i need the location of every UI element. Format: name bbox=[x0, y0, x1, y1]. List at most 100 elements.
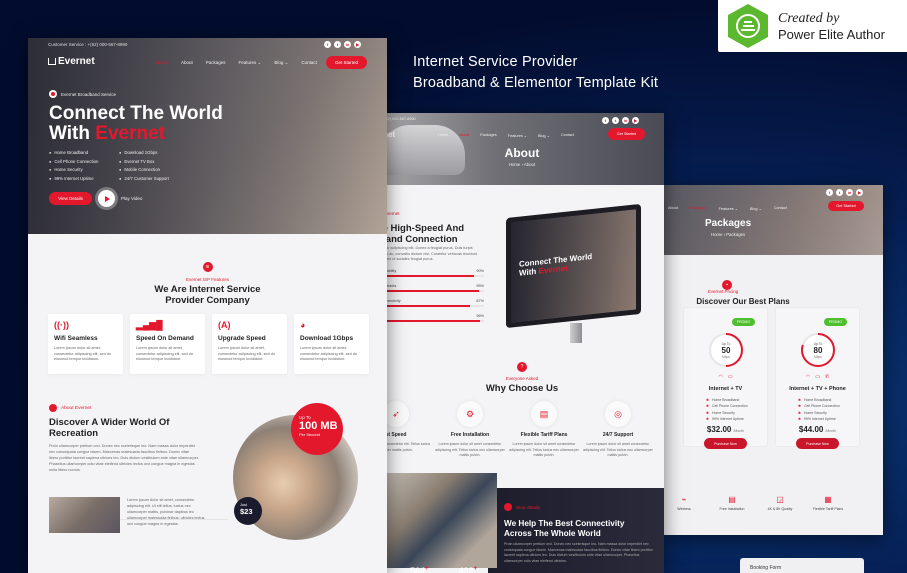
nav-about[interactable]: About bbox=[181, 60, 193, 66]
youtube-icon[interactable]: ▶ bbox=[632, 117, 639, 124]
skill-value: 95% bbox=[476, 284, 484, 288]
house-icon bbox=[48, 58, 56, 65]
skill-bar-fill bbox=[380, 275, 474, 277]
price-value: $32.00 bbox=[706, 425, 732, 434]
view-details-button[interactable]: View Details bbox=[49, 192, 92, 205]
promo-badge: PROMO bbox=[823, 318, 847, 326]
hero-headline-brand: Evernet bbox=[95, 123, 165, 144]
ring-speed: 80 bbox=[813, 345, 823, 355]
nav-packages[interactable]: Packages bbox=[206, 60, 226, 66]
purchase-button[interactable]: Purchase Now bbox=[796, 438, 839, 449]
counter: 564+ bbox=[410, 566, 429, 573]
twitter-icon[interactable]: t bbox=[836, 189, 843, 196]
get-started-button[interactable]: Get Started bbox=[608, 128, 645, 140]
nav-features[interactable]: Features ⌄ bbox=[239, 60, 262, 66]
tariff-icon: ▦ bbox=[824, 495, 832, 504]
plan-card: PROMO Up To50Mbps ◠ ▭ Internet + TV Home … bbox=[683, 307, 768, 449]
facebook-icon[interactable]: f bbox=[602, 117, 609, 124]
monitor-headline-brand: Evernet bbox=[538, 263, 568, 276]
service-item: ⌁ Wireless bbox=[663, 495, 705, 511]
ring-unit: Mbps bbox=[722, 354, 730, 359]
about-heading-line-2: band Connection bbox=[380, 234, 458, 245]
facebook-icon[interactable]: f bbox=[324, 41, 331, 48]
nav-contact[interactable]: Contact bbox=[561, 133, 574, 138]
breadcrumb[interactable]: Home › About bbox=[380, 162, 664, 167]
feature-title: Upgrade Speed bbox=[218, 335, 266, 342]
connectivity-text: Proin ullamcorper pretium orci. Donec ne… bbox=[504, 542, 653, 563]
breadcrumb[interactable]: Home › Packages bbox=[711, 232, 745, 237]
service-item: ▤ Free Installation bbox=[711, 495, 753, 511]
nav-about[interactable]: About bbox=[459, 133, 469, 138]
linkedin-icon[interactable]: in bbox=[846, 189, 853, 196]
nav-contact[interactable]: Contact bbox=[774, 206, 787, 211]
speed-bubble-bottom: Per Second bbox=[299, 432, 320, 437]
nav-blog[interactable]: Blog ⌄ bbox=[274, 60, 288, 66]
ring-unit: Mbps bbox=[814, 354, 822, 359]
monitor-stand bbox=[570, 323, 582, 343]
badge-created-by: Created by bbox=[778, 10, 840, 26]
about-text: Proin ullamcorper pretium orci. Donec ne… bbox=[49, 444, 199, 472]
feature-title: Speed On Demand bbox=[136, 335, 194, 342]
skill-bar-fill bbox=[380, 290, 479, 292]
nav-home[interactable]: Home bbox=[438, 133, 448, 138]
why-title: Why Choose Us bbox=[485, 383, 559, 394]
service-icons-row: ⌁ Wireless ▤ Free Installation ◲ 4K & 8K Qu… bbox=[663, 495, 849, 511]
nav-packages[interactable]: Packages bbox=[480, 133, 497, 138]
speed-ring: Up To 50 Mbps bbox=[707, 331, 745, 369]
why-card-text: Lorem ipsum dolor sit amet consectetur a… bbox=[435, 442, 505, 457]
hero-features-right: Download 1Gbps Evernet TV Box Mobile Con… bbox=[119, 149, 168, 183]
skill-value: 90% bbox=[476, 269, 484, 273]
facebook-icon[interactable]: f bbox=[826, 189, 833, 196]
nav-blog[interactable]: Blog ⌄ bbox=[750, 206, 762, 211]
about-page-preview: +(62) 000-567-8990 rnet f t in ▶ Home About… bbox=[380, 113, 664, 573]
logo[interactable]: Evernet bbox=[48, 56, 95, 67]
youtube-icon[interactable]: ▶ bbox=[856, 189, 863, 196]
kit-title-line-1: Internet Service Provider bbox=[413, 54, 578, 70]
pricing-eyebrow: Evernet Pricing bbox=[707, 289, 739, 294]
connectivity-title-line-2: Across The Whole World bbox=[504, 529, 601, 538]
play-icon[interactable] bbox=[98, 190, 115, 207]
nav-features[interactable]: Features ⌄ bbox=[719, 206, 738, 211]
youtube-icon[interactable]: ▶ bbox=[354, 41, 361, 48]
about-title-line-1: Discover A Wider World Of bbox=[49, 417, 170, 428]
logo-text: Evernet bbox=[58, 56, 95, 67]
counters: 564+ 432+ bbox=[410, 566, 477, 573]
nav-features[interactable]: Features ⌄ bbox=[508, 133, 527, 138]
nav-home[interactable]: Home bbox=[156, 60, 168, 66]
kit-title: Internet Service Provider Broadband & El… bbox=[413, 52, 658, 94]
about-title: Discover A Wider World Of Recreation bbox=[49, 417, 199, 439]
tariff-icon: ▤ bbox=[531, 401, 557, 427]
twitter-icon[interactable]: t bbox=[612, 117, 619, 124]
nav-blog[interactable]: Blog ⌄ bbox=[538, 133, 550, 138]
isp-title-line-1: We Are Internet Service bbox=[154, 284, 261, 295]
feature-text: Lorem ipsum dolor sit amet, consectetur … bbox=[300, 346, 357, 361]
booking-form-card: Booking Form bbox=[740, 558, 864, 573]
speed-bubble: Up To 100 MB Per Second bbox=[291, 403, 343, 455]
plan-name: Internet + TV bbox=[708, 386, 743, 392]
price-period: /Month bbox=[825, 429, 837, 433]
skill-bar: Connectivity 87% bbox=[380, 299, 484, 307]
play-video-link[interactable]: Play Video bbox=[121, 196, 142, 201]
twitter-icon[interactable]: t bbox=[334, 41, 341, 48]
plan-feature: 99% Internet Uptime bbox=[798, 416, 840, 422]
get-started-button[interactable]: Get Started bbox=[326, 56, 367, 69]
why-card-title: 24/7 Support bbox=[602, 432, 634, 438]
feature-text: Lorem ipsum dolor sit amet, consectetur … bbox=[136, 346, 193, 361]
why-card: ⚙ Free Installation Lorem ipsum dolor sit … bbox=[434, 401, 506, 459]
nav-about[interactable]: About bbox=[668, 206, 678, 211]
topbar-phone: +(62) 000-567-8990 bbox=[382, 117, 416, 121]
skill-bar: Contracts 95% bbox=[380, 284, 484, 292]
hero-actions: View Details Play Video bbox=[49, 190, 142, 207]
service-label: Wireless bbox=[677, 507, 691, 511]
wireless-icon: ⌁ bbox=[681, 495, 687, 504]
skill-value: 87% bbox=[476, 299, 484, 303]
get-started-button[interactable]: Get Started bbox=[828, 201, 864, 211]
linkedin-icon[interactable]: in bbox=[344, 41, 351, 48]
antenna-icon: (A) bbox=[218, 320, 231, 330]
nav-contact[interactable]: Contact bbox=[301, 60, 317, 66]
purchase-button[interactable]: Purchase Now bbox=[704, 438, 747, 449]
promo-badge: PROMO bbox=[731, 318, 755, 326]
nav-packages[interactable]: Packages bbox=[690, 206, 707, 211]
linkedin-icon[interactable]: in bbox=[622, 117, 629, 124]
hero-feature: Home Security bbox=[49, 166, 98, 175]
